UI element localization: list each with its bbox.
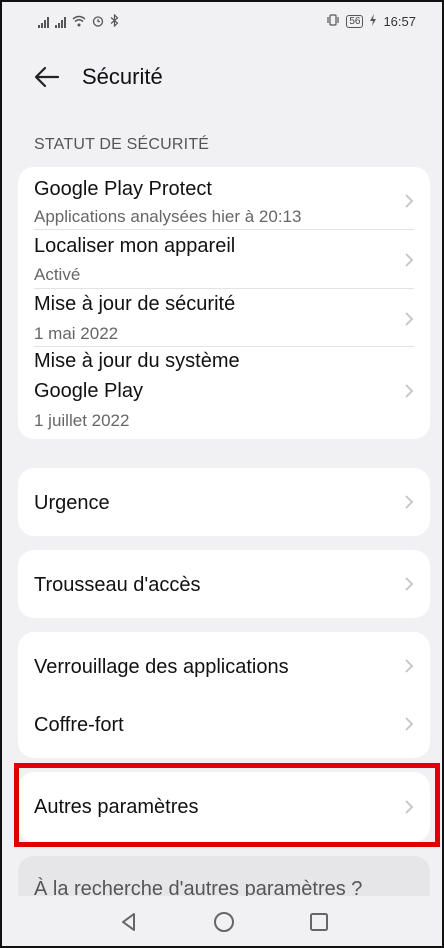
page-title: Sécurité [82, 64, 163, 89]
item-title: Urgence [34, 492, 110, 514]
highlight-box [14, 763, 440, 847]
navigation-bar [2, 896, 442, 946]
safe-item[interactable]: Coffre-fort [18, 696, 430, 758]
item-title: Mise à jour de sécurité [34, 293, 236, 315]
header: Sécurité [2, 58, 442, 98]
keychain-item[interactable]: Trousseau d'accès [18, 550, 430, 618]
wifi-icon [72, 15, 86, 30]
vibrate-icon [326, 14, 340, 29]
bluetooth-icon [110, 13, 119, 30]
item-title: Google Play Protect [34, 178, 212, 200]
emergency-card: Urgence [18, 468, 430, 536]
back-arrow-icon[interactable] [30, 60, 64, 94]
chevron-right-icon [405, 659, 414, 673]
app-lock-item[interactable]: Verrouillage des applications [18, 632, 430, 696]
home-circle-icon[interactable] [212, 910, 236, 934]
back-triangle-icon[interactable] [117, 910, 141, 934]
chevron-right-icon [405, 384, 414, 398]
charging-icon [369, 14, 377, 29]
emergency-item[interactable]: Urgence [18, 468, 430, 536]
google-play-system-update-item[interactable]: Mise à jour du système Google Play 1 jui… [18, 347, 430, 439]
app-lock-card: Verrouillage des applications Coffre-for… [18, 632, 430, 758]
security-update-item[interactable]: Mise à jour de sécurité 1 mai 2022 [18, 289, 430, 347]
item-title: Coffre-fort [34, 714, 124, 736]
security-status-card: Google Play Protect Applications analysé… [18, 167, 430, 439]
signal-icon [55, 16, 66, 28]
find-my-device-item[interactable]: Localiser mon appareil Activé [18, 230, 430, 288]
battery-icon: 56 [346, 15, 364, 28]
item-subtitle: 1 juillet 2022 [34, 411, 130, 430]
clock: 16:57 [383, 14, 416, 29]
keychain-card: Trousseau d'accès [18, 550, 430, 618]
item-subtitle: Applications analysées hier à 20:13 [34, 207, 302, 226]
chevron-right-icon [405, 577, 414, 591]
chevron-right-icon [405, 194, 414, 208]
chevron-right-icon [405, 495, 414, 509]
chevron-right-icon [405, 717, 414, 731]
recents-square-icon[interactable] [307, 910, 331, 934]
item-title-line1: Mise à jour du système [34, 350, 240, 372]
alarm-icon [92, 15, 104, 30]
item-subtitle: 1 mai 2022 [34, 324, 119, 343]
item-title: Localiser mon appareil [34, 235, 236, 257]
google-play-protect-item[interactable]: Google Play Protect Applications analysé… [18, 167, 430, 229]
item-title: Trousseau d'accès [34, 574, 201, 596]
chevron-right-icon [405, 312, 414, 326]
status-bar: 56 16:57 [2, 2, 442, 44]
item-title: Verrouillage des applications [34, 656, 289, 678]
section-label: STATUT DE SÉCURITÉ [34, 136, 210, 153]
signal-icon [38, 16, 49, 28]
item-title-line2: Google Play [34, 380, 143, 402]
screen: 56 16:57 Sécurité STATUT DE SÉCURITÉ Goo… [0, 0, 444, 948]
chevron-right-icon [405, 253, 414, 267]
item-subtitle: Activé [34, 265, 81, 284]
